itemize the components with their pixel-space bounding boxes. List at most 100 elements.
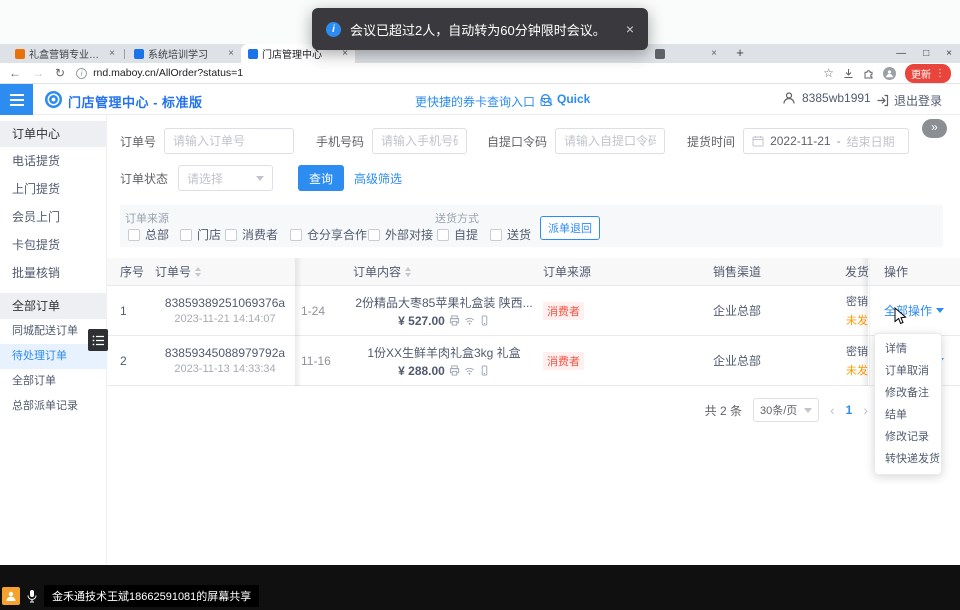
- checkbox-icon[interactable]: [225, 229, 237, 241]
- new-tab-button[interactable]: +: [732, 46, 748, 62]
- menu-item-edit-remark[interactable]: 修改备注: [875, 382, 941, 404]
- sidebar-item-phone-pickup[interactable]: 电话提货: [0, 147, 106, 175]
- order-no-input[interactable]: [164, 128, 294, 154]
- checkbox-icon[interactable]: [290, 229, 302, 241]
- next-page-button[interactable]: ›: [863, 402, 868, 418]
- window-maximize-button[interactable]: □: [923, 48, 929, 59]
- floating-list-button[interactable]: [88, 329, 108, 351]
- prev-page-button[interactable]: ‹: [830, 402, 835, 418]
- checkbox-self-pickup[interactable]: 自提: [437, 226, 478, 243]
- sidebar-item-all-orders[interactable]: 全部订单: [0, 369, 106, 394]
- browser-tab-1[interactable]: 礼盒营销专业管理中心 ×: [8, 44, 122, 63]
- col-header-order-no[interactable]: 订单号: [155, 258, 295, 285]
- wifi-icon: [464, 365, 475, 376]
- pickup-code-input[interactable]: [555, 128, 665, 154]
- forward-icon[interactable]: →: [32, 67, 44, 79]
- browser-update-button[interactable]: 更新 ⋮: [905, 64, 951, 83]
- col-header-label: 订单号: [155, 263, 191, 280]
- sidebar-item-hq-dispatch-records[interactable]: 总部派单记录: [0, 394, 106, 419]
- menu-item-details[interactable]: 详情: [875, 338, 941, 360]
- address-bar[interactable]: i rnd.maboy.cn/AllOrder?status=1: [76, 67, 812, 79]
- order-status-select[interactable]: 请选择: [178, 165, 273, 191]
- current-page[interactable]: 1: [846, 403, 853, 417]
- wifi-icon: [464, 315, 475, 326]
- date-end-placeholder[interactable]: 结束日期: [847, 133, 895, 150]
- chevron-down-icon: [256, 176, 264, 181]
- row-index: 1: [107, 286, 155, 335]
- browser-menu-dots-icon[interactable]: ⋮: [935, 68, 945, 79]
- order-no-value: 83859345088979792a: [165, 346, 285, 360]
- checkbox-delivery[interactable]: 送货: [490, 226, 531, 243]
- checkbox-consumer[interactable]: 消费者: [225, 226, 278, 243]
- sidebar-item-batch-verify[interactable]: 批量核销: [0, 259, 106, 287]
- user-account[interactable]: 8385wb1991: [782, 91, 871, 105]
- pickup-time-range-picker[interactable]: 2022-11-21 - 结束日期: [743, 128, 909, 154]
- logout-icon: [876, 94, 889, 107]
- search-button[interactable]: 查询: [298, 165, 344, 191]
- download-icon[interactable]: [843, 68, 854, 79]
- order-no-value: 83859389251069376a: [165, 296, 285, 310]
- window-minimize-button[interactable]: —: [896, 48, 906, 59]
- sort-icon[interactable]: [195, 267, 201, 277]
- url-text: rnd.maboy.cn/AllOrder?status=1: [93, 67, 243, 79]
- order-status-label: 订单状态: [120, 170, 168, 187]
- screen: 礼盒营销专业管理中心 × 系统培训学习 × 门店管理中心 × × + — □ ×…: [0, 0, 960, 610]
- col-header-no: 序号: [107, 258, 155, 285]
- phone-icon: [479, 365, 490, 376]
- sidebar-item-door-pickup[interactable]: 上门提货: [0, 175, 106, 203]
- app-header: 门店管理中心 - 标准版 更快捷的券卡查询入口 Quick 8385wb1991…: [0, 84, 960, 115]
- reload-icon[interactable]: ↻: [55, 67, 65, 79]
- sidebar-toggle-button[interactable]: [0, 84, 33, 115]
- checkbox-icon[interactable]: [128, 229, 140, 241]
- sort-icon[interactable]: [405, 267, 411, 277]
- info-icon: i: [326, 22, 341, 37]
- logout-button[interactable]: 退出登录: [876, 92, 942, 109]
- col-header-pickup-time: [295, 258, 345, 285]
- date-start-value[interactable]: 2022-11-21: [770, 134, 831, 148]
- checkbox-icon[interactable]: [490, 229, 502, 241]
- advanced-filter-link[interactable]: 高级筛选: [354, 170, 402, 187]
- sidebar-group-order-center[interactable]: 订单中心: [0, 121, 106, 147]
- pickup-time-label: 提货时间: [687, 133, 735, 150]
- sidebar-item-member-visit[interactable]: 会员上门: [0, 203, 106, 231]
- bookmark-star-icon[interactable]: ☆: [823, 67, 834, 79]
- menu-item-close-order[interactable]: 结单: [875, 404, 941, 426]
- checkbox-icon[interactable]: [368, 229, 380, 241]
- coupon-query-link[interactable]: 更快捷的券卡查询入口: [415, 93, 552, 110]
- menu-item-cancel-order[interactable]: 订单取消: [875, 360, 941, 382]
- checkbox-label: 门店: [197, 226, 221, 243]
- dispatch-return-button[interactable]: 派单退回: [540, 216, 600, 240]
- browser-tab-4[interactable]: ×: [648, 44, 724, 63]
- tab-close-icon[interactable]: ×: [711, 48, 717, 59]
- checkbox-store[interactable]: 门店: [180, 226, 221, 243]
- page-size-select[interactable]: 30条/页: [753, 398, 819, 422]
- toast-close-button[interactable]: ×: [626, 21, 634, 37]
- sidebar-item-card-pickup[interactable]: 卡包提货: [0, 231, 106, 259]
- collapse-panel-button[interactable]: »: [922, 119, 947, 138]
- menu-item-express-ship[interactable]: 转快递发货: [875, 448, 941, 470]
- browser-profile-avatar[interactable]: [883, 67, 896, 80]
- back-icon[interactable]: ←: [9, 67, 21, 79]
- quick-search-link[interactable]: Quick: [540, 92, 590, 106]
- checkbox-warehouse-share[interactable]: 仓分享合作: [290, 226, 367, 243]
- toast-message: 会议已超过2人，自动转为60分钟限时会议。: [350, 20, 606, 39]
- col-header-content[interactable]: 订单内容: [345, 258, 535, 285]
- sidebar-group-all-orders[interactable]: 全部订单: [0, 293, 106, 319]
- checkbox-hq[interactable]: 总部: [128, 226, 169, 243]
- table-row: 1 83859389251069376a 2023-11-21 14:14:07…: [107, 286, 960, 336]
- row-actions-dropdown[interactable]: 全部操作: [884, 302, 944, 319]
- order-content-cell: 1份XX生鲜羊肉礼盒3kg 礼盒 ¥ 288.00: [345, 336, 535, 385]
- tab-close-icon[interactable]: ×: [228, 48, 234, 59]
- checkbox-icon[interactable]: [437, 229, 449, 241]
- checkbox-external[interactable]: 外部对接: [368, 226, 433, 243]
- menu-item-edit-history[interactable]: 修改记录: [875, 426, 941, 448]
- checkbox-icon[interactable]: [180, 229, 192, 241]
- extensions-puzzle-icon[interactable]: [863, 68, 874, 79]
- phone-input[interactable]: [372, 128, 467, 154]
- browser-tab-2[interactable]: 系统培训学习 ×: [127, 44, 241, 63]
- checkbox-label: 送货: [507, 226, 531, 243]
- window-close-button[interactable]: ×: [946, 48, 952, 59]
- toolbar-right-icons: ☆ 更新 ⋮: [823, 64, 951, 83]
- tab-close-icon[interactable]: ×: [109, 48, 115, 59]
- site-info-icon[interactable]: i: [76, 68, 87, 79]
